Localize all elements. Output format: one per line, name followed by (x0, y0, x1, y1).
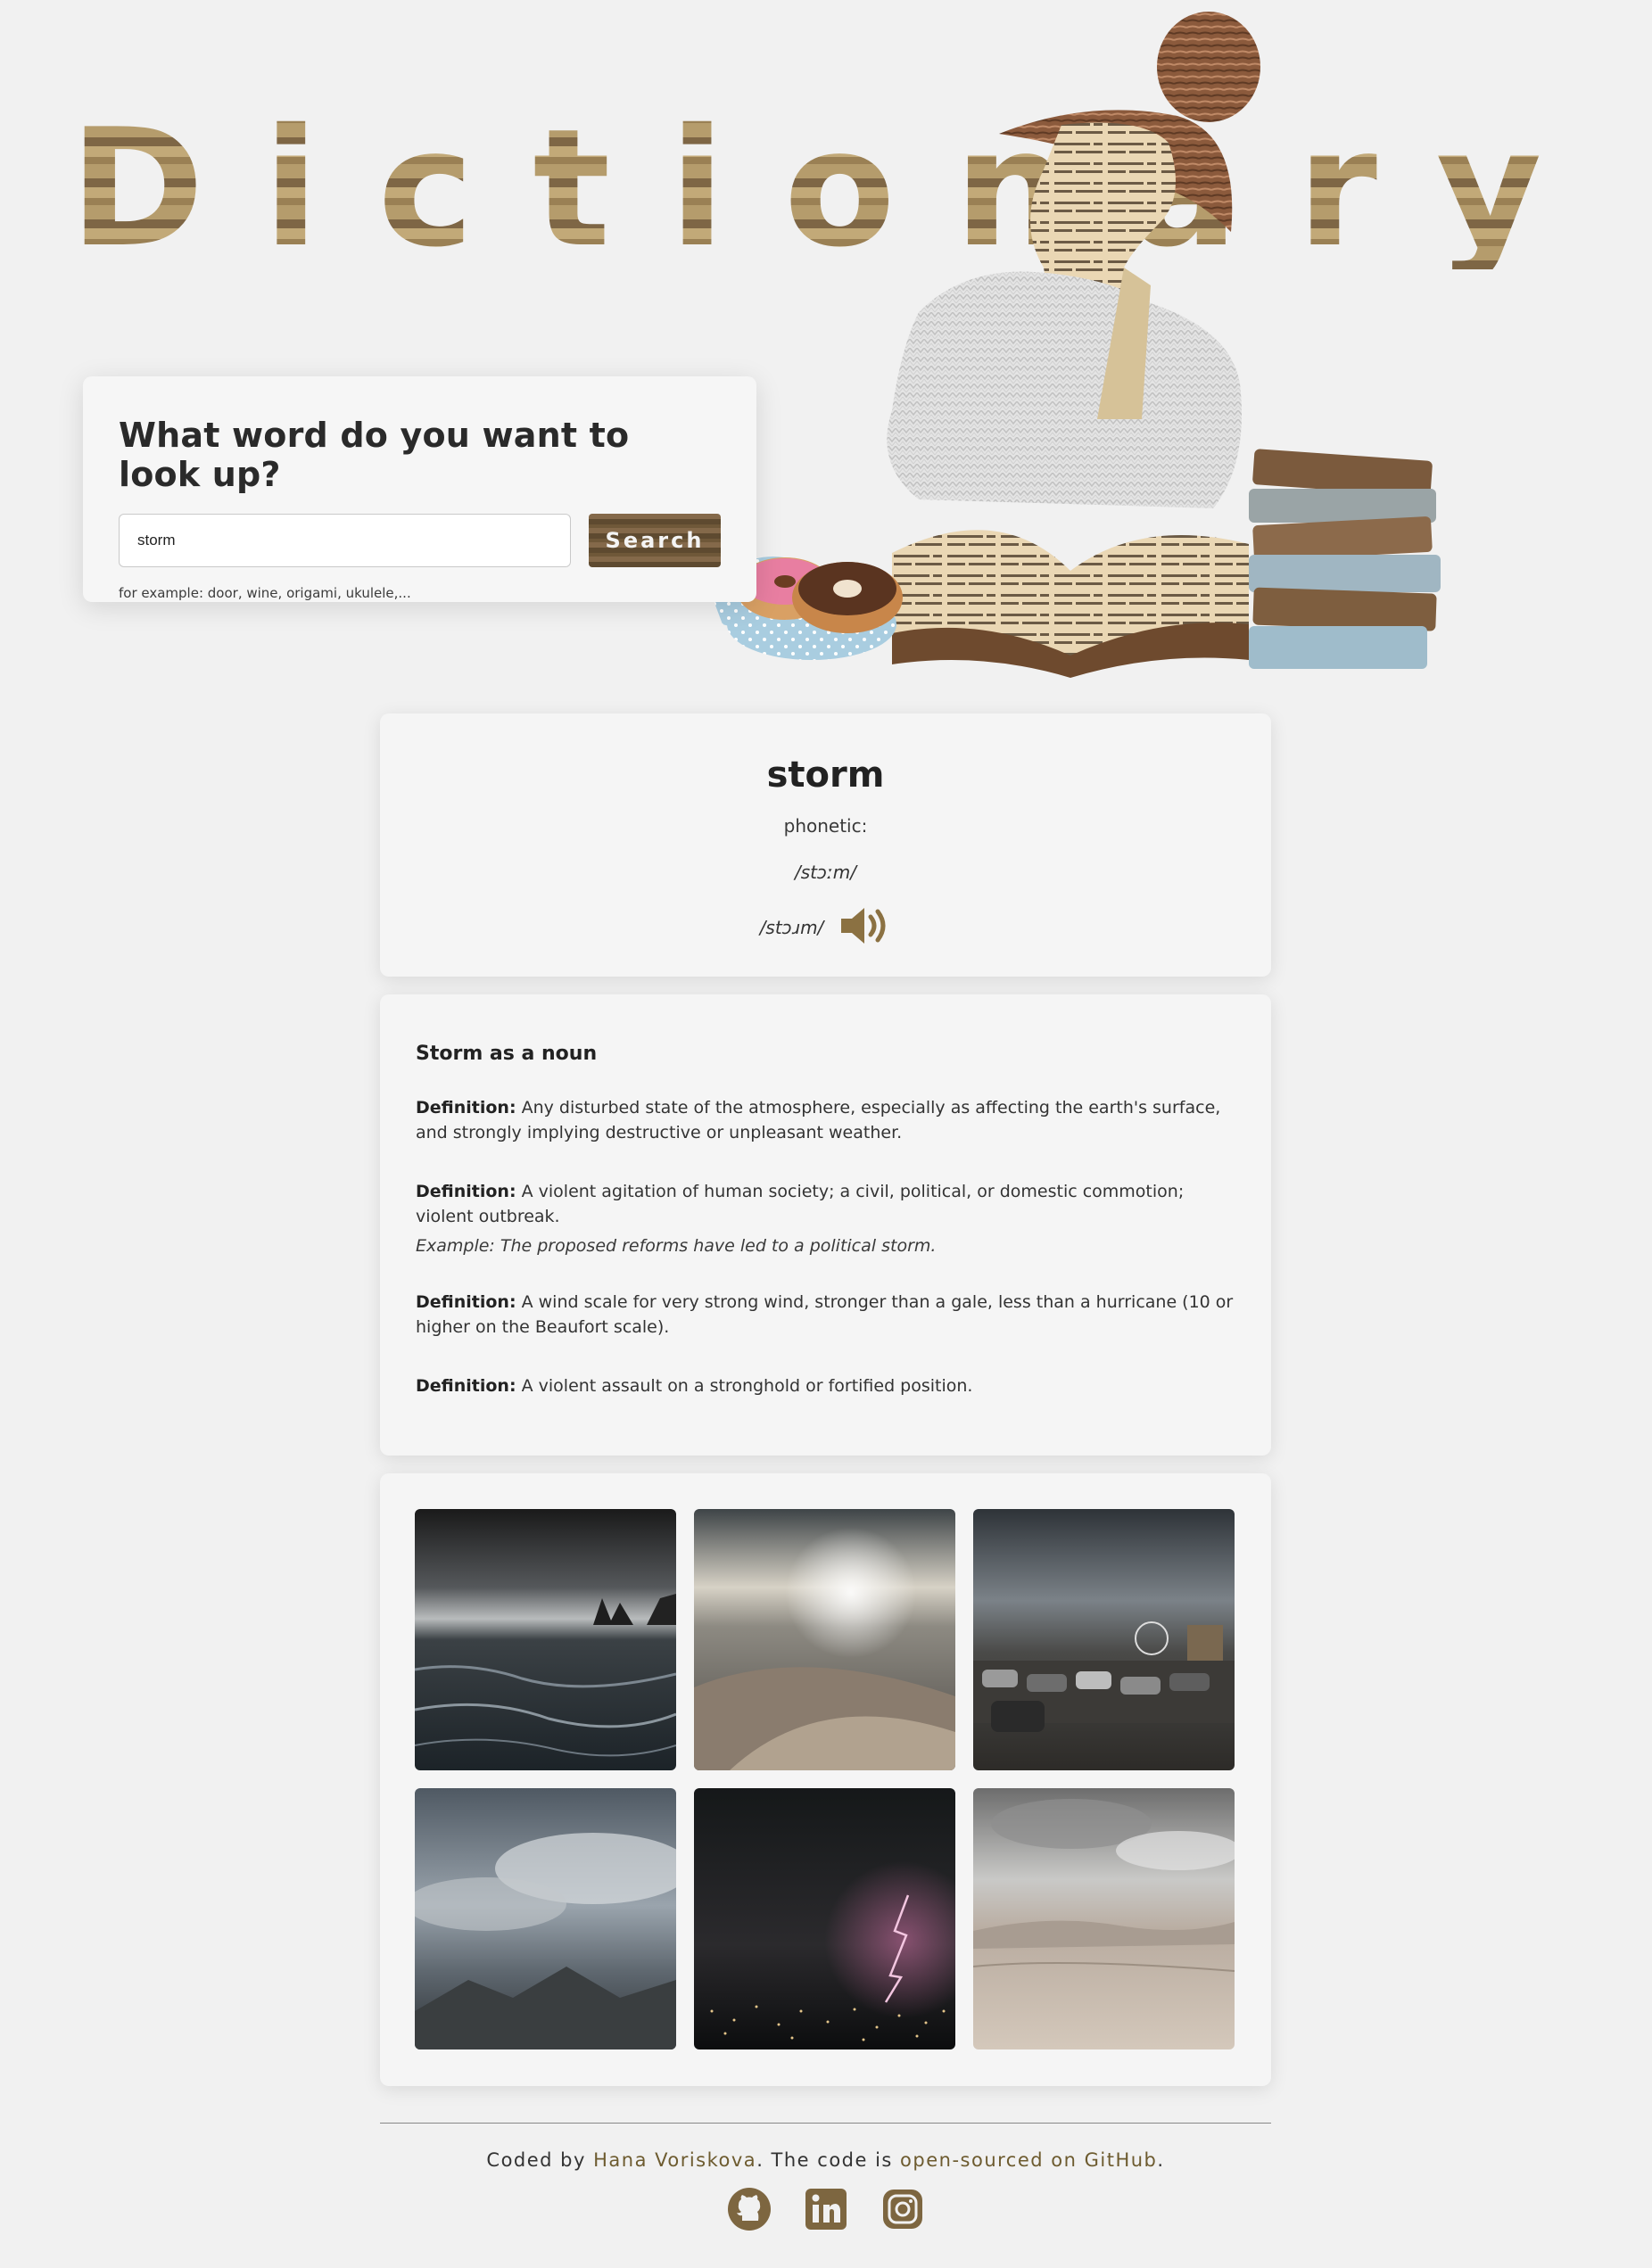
word-heading: storm (766, 755, 885, 796)
definition-label: Definition: (416, 1098, 516, 1118)
footer-divider (380, 2123, 1271, 2124)
meanings-card: Storm as a noun Definition: Any disturbe… (380, 994, 1271, 1456)
phonetic-text: /stɔɹm/ (759, 917, 824, 938)
github-repo-link[interactable]: open-sourced on GitHub (900, 2149, 1157, 2171)
definition-label: Definition: (416, 1376, 516, 1396)
photo-cloudy-mountains[interactable] (415, 1788, 676, 2049)
phonetic-label: phonetic: (783, 815, 868, 837)
definition-item: Definition: Any disturbed state of the a… (416, 1095, 1235, 1145)
definition-item: Definition: A violent assault on a stron… (416, 1373, 1235, 1398)
speaker-icon[interactable] (838, 904, 891, 951)
part-of-speech-title: Storm as a noun (416, 1043, 598, 1065)
photo-stormy-sea[interactable] (415, 1509, 676, 1770)
photo-grid (415, 1509, 1236, 2049)
search-form: Search (119, 514, 721, 567)
search-heading: What word do you want to look up? (119, 416, 630, 494)
search-input[interactable] (119, 514, 571, 567)
definition-text: A violent assault on a stronghold or for… (521, 1376, 973, 1396)
definition-example: Example: The proposed reforms have led t… (416, 1236, 937, 1256)
photo-sunlit-dunes[interactable] (694, 1509, 955, 1770)
footer-credit: Coded by Hana Voriskova. The code is ope… (486, 2149, 1165, 2171)
definition-label: Definition: (416, 1292, 516, 1312)
definition-text: A wind scale for very strong wind, stron… (416, 1292, 1234, 1337)
definition-label: Definition: (416, 1182, 516, 1201)
definition-text: Any disturbed state of the atmosphere, e… (416, 1098, 1221, 1142)
search-hint: for example: door, wine, origami, ukulel… (119, 585, 411, 601)
photo-parking-lot-storm[interactable] (973, 1509, 1235, 1770)
social-links (0, 2187, 1652, 2231)
search-card: What word do you want to look up? Search… (83, 376, 756, 602)
search-button[interactable]: Search (589, 514, 721, 567)
word-card: storm phonetic: /stɔːm/ /stɔɹm/ (380, 713, 1271, 977)
linkedin-icon[interactable] (804, 2187, 848, 2231)
definition-item: Definition: A wind scale for very strong… (416, 1290, 1235, 1340)
github-icon[interactable] (727, 2187, 772, 2231)
definition-item: Definition: A violent agitation of human… (416, 1179, 1235, 1256)
photo-desert-clouds[interactable] (973, 1788, 1235, 2049)
instagram-icon[interactable] (880, 2187, 925, 2231)
photo-lightning-city[interactable] (694, 1788, 955, 2049)
photos-card (380, 1473, 1271, 2086)
definition-text: A violent agitation of human society; a … (416, 1182, 1185, 1226)
phonetic-audio-row: /stɔɹm/ (380, 904, 1271, 951)
author-link[interactable]: Hana Voriskova (593, 2149, 756, 2171)
phonetic-text: /stɔːm/ (795, 862, 856, 883)
